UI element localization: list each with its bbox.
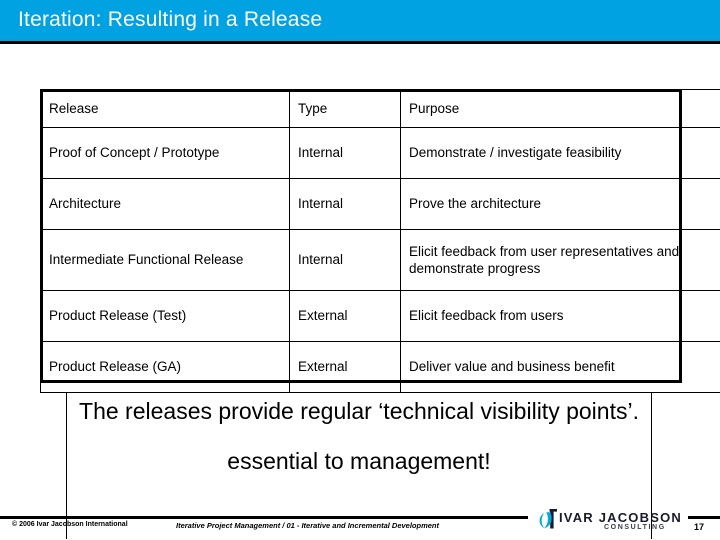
cell-release: Architecture bbox=[40, 178, 290, 230]
table-row: Proof of Concept / Prototype Internal De… bbox=[40, 127, 720, 179]
logo-subtext: CONSULTING bbox=[604, 524, 666, 531]
cell-purpose: Deliver value and business benefit bbox=[400, 341, 720, 393]
slide-title-bar: Iteration: Resulting in a Release bbox=[0, 0, 720, 44]
summary-emphasis: essential to management! bbox=[227, 448, 491, 475]
cell-type: Internal bbox=[289, 127, 401, 179]
cell-release: Intermediate Functional Release bbox=[40, 229, 290, 291]
cell-release: Proof of Concept / Prototype bbox=[40, 127, 290, 179]
logo-wordmark: IVAR JACOBSON bbox=[559, 510, 682, 525]
table-row: Architecture Internal Prove the architec… bbox=[40, 178, 720, 230]
cell-type: Internal bbox=[289, 178, 401, 230]
table-header-purpose: Purpose bbox=[400, 89, 720, 128]
footer-rule-left bbox=[0, 516, 528, 519]
release-types-table: Release Type Purpose Proof of Concept / … bbox=[40, 89, 720, 393]
table-header-row: Release Type Purpose bbox=[40, 89, 720, 128]
cell-type: External bbox=[289, 341, 401, 393]
cell-purpose: Demonstrate / investigate feasibility bbox=[400, 127, 720, 179]
footer-copyright: © 2006 Ivar Jacobson International bbox=[12, 521, 128, 528]
table-row: Product Release (GA) External Deliver va… bbox=[40, 341, 720, 393]
page-title: Iteration: Resulting in a Release bbox=[18, 8, 323, 31]
cell-release: Product Release (GA) bbox=[40, 341, 290, 393]
footer-course-title: Iterative Project Management / 01 - Iter… bbox=[176, 521, 440, 530]
cell-purpose: Prove the architecture bbox=[400, 178, 720, 230]
table-row: Product Release (Test) External Elicit f… bbox=[40, 290, 720, 342]
table-header-type: Type bbox=[289, 89, 401, 128]
summary-text-block: The releases provide regular ‘technical … bbox=[66, 396, 652, 475]
cell-type: Internal bbox=[289, 229, 401, 291]
cell-purpose: Elicit feedback from users bbox=[400, 290, 720, 342]
cell-purpose: Elicit feedback from user representative… bbox=[400, 229, 720, 291]
page-number: 17 bbox=[694, 522, 705, 532]
cell-release: Product Release (Test) bbox=[40, 290, 290, 342]
table-header-release: Release bbox=[40, 89, 290, 128]
table-row: Intermediate Functional Release Internal… bbox=[40, 229, 720, 291]
ivar-jacobson-logo: IVAR JACOBSON CONSULTING bbox=[538, 507, 684, 534]
cell-type: External bbox=[289, 290, 401, 342]
ivar-jacobson-logo-mark-icon bbox=[539, 509, 557, 529]
summary-statement: The releases provide regular ‘technical … bbox=[79, 398, 639, 424]
footer-rule-right bbox=[688, 516, 720, 519]
